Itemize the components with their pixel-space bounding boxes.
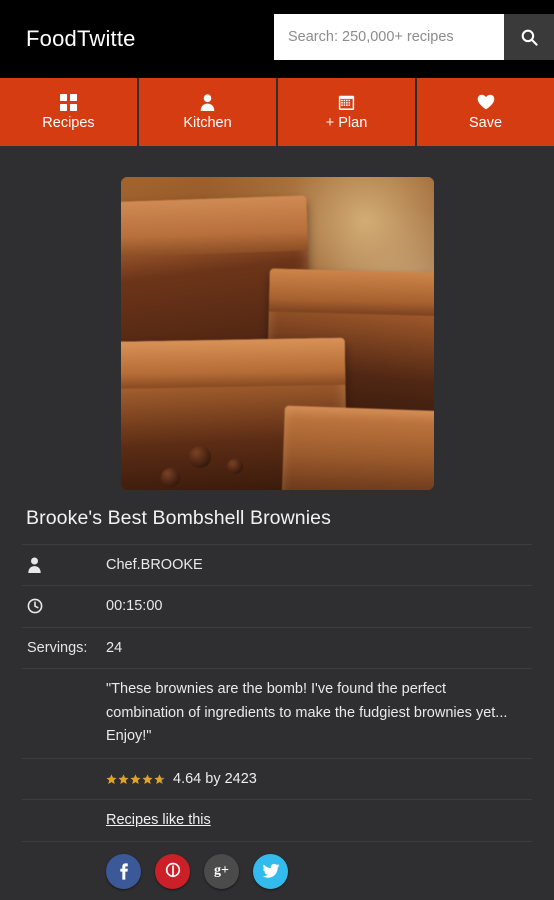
table-row-author: Chef.BROOKE [22,545,532,587]
search-bar [274,14,554,60]
grid-icon [60,93,77,111]
nav-item-kitchen[interactable]: Kitchen [139,78,278,146]
table-row-rating: 4.64 by 2423 [22,759,532,801]
table-row-time: 00:15:00 [22,586,532,628]
description-text: "These brownies are the bomb! I've found… [106,681,508,745]
nav-label-recipes: Recipes [42,115,95,132]
person-icon [22,554,106,576]
rating-spacer [22,768,106,790]
time-value: 00:15:00 [106,598,163,615]
nav-label-save: Save [468,115,503,132]
table-row-description: "These brownies are the bomb! I've found… [22,669,532,759]
rating-text: 4.64 by 2423 [173,770,257,787]
googleplus-icon[interactable]: g+ [204,853,239,889]
search-icon [520,28,539,47]
calendar-icon [338,93,355,111]
app-header: FoodTwitte [0,0,554,78]
heart-icon [477,93,495,111]
pinterest-icon[interactable] [155,853,190,889]
search-input[interactable] [274,14,504,60]
clock-icon [22,595,106,617]
search-button[interactable] [504,14,554,60]
similar-spacer [22,809,106,831]
person-icon [200,93,215,111]
main-nav: Recipes Kitchen + Plan Save [0,78,554,146]
app-logo: FoodTwitte [26,26,136,51]
social-share-row: g+ [22,842,532,889]
nav-item-recipes[interactable]: Recipes [0,78,139,146]
servings-value: 24 [106,639,123,656]
star-rating-icons [106,773,165,785]
nav-item-plan[interactable]: + Plan [278,78,417,146]
nav-label-plan: + Plan [325,115,368,132]
brownie-photo [120,177,434,490]
twitter-icon[interactable] [253,853,288,889]
recipes-like-this-link[interactable]: Recipes like this [106,812,211,828]
nav-label-kitchen: Kitchen [183,115,232,132]
table-row-similar: Recipes like this [22,800,532,842]
rating-group: 4.64 by 2423 [106,768,532,790]
facebook-icon[interactable] [106,853,141,889]
author-value: Chef.BROOKE [106,557,203,573]
recipe-image [120,177,434,490]
recipe-info-table: Chef.BROOKE 00:15:00 Servings: 24 "These… [22,544,532,889]
page-title: Brooke's Best Bombshell Brownies [26,507,331,529]
nav-item-save[interactable]: Save [417,78,554,146]
app-root: FoodTwitte Search: 250,000+ recipes Reci… [0,0,554,900]
servings-label: Servings: [27,639,88,656]
table-row-servings: Servings: 24 [22,628,532,670]
googleplus-glyph: g+ [214,863,229,879]
